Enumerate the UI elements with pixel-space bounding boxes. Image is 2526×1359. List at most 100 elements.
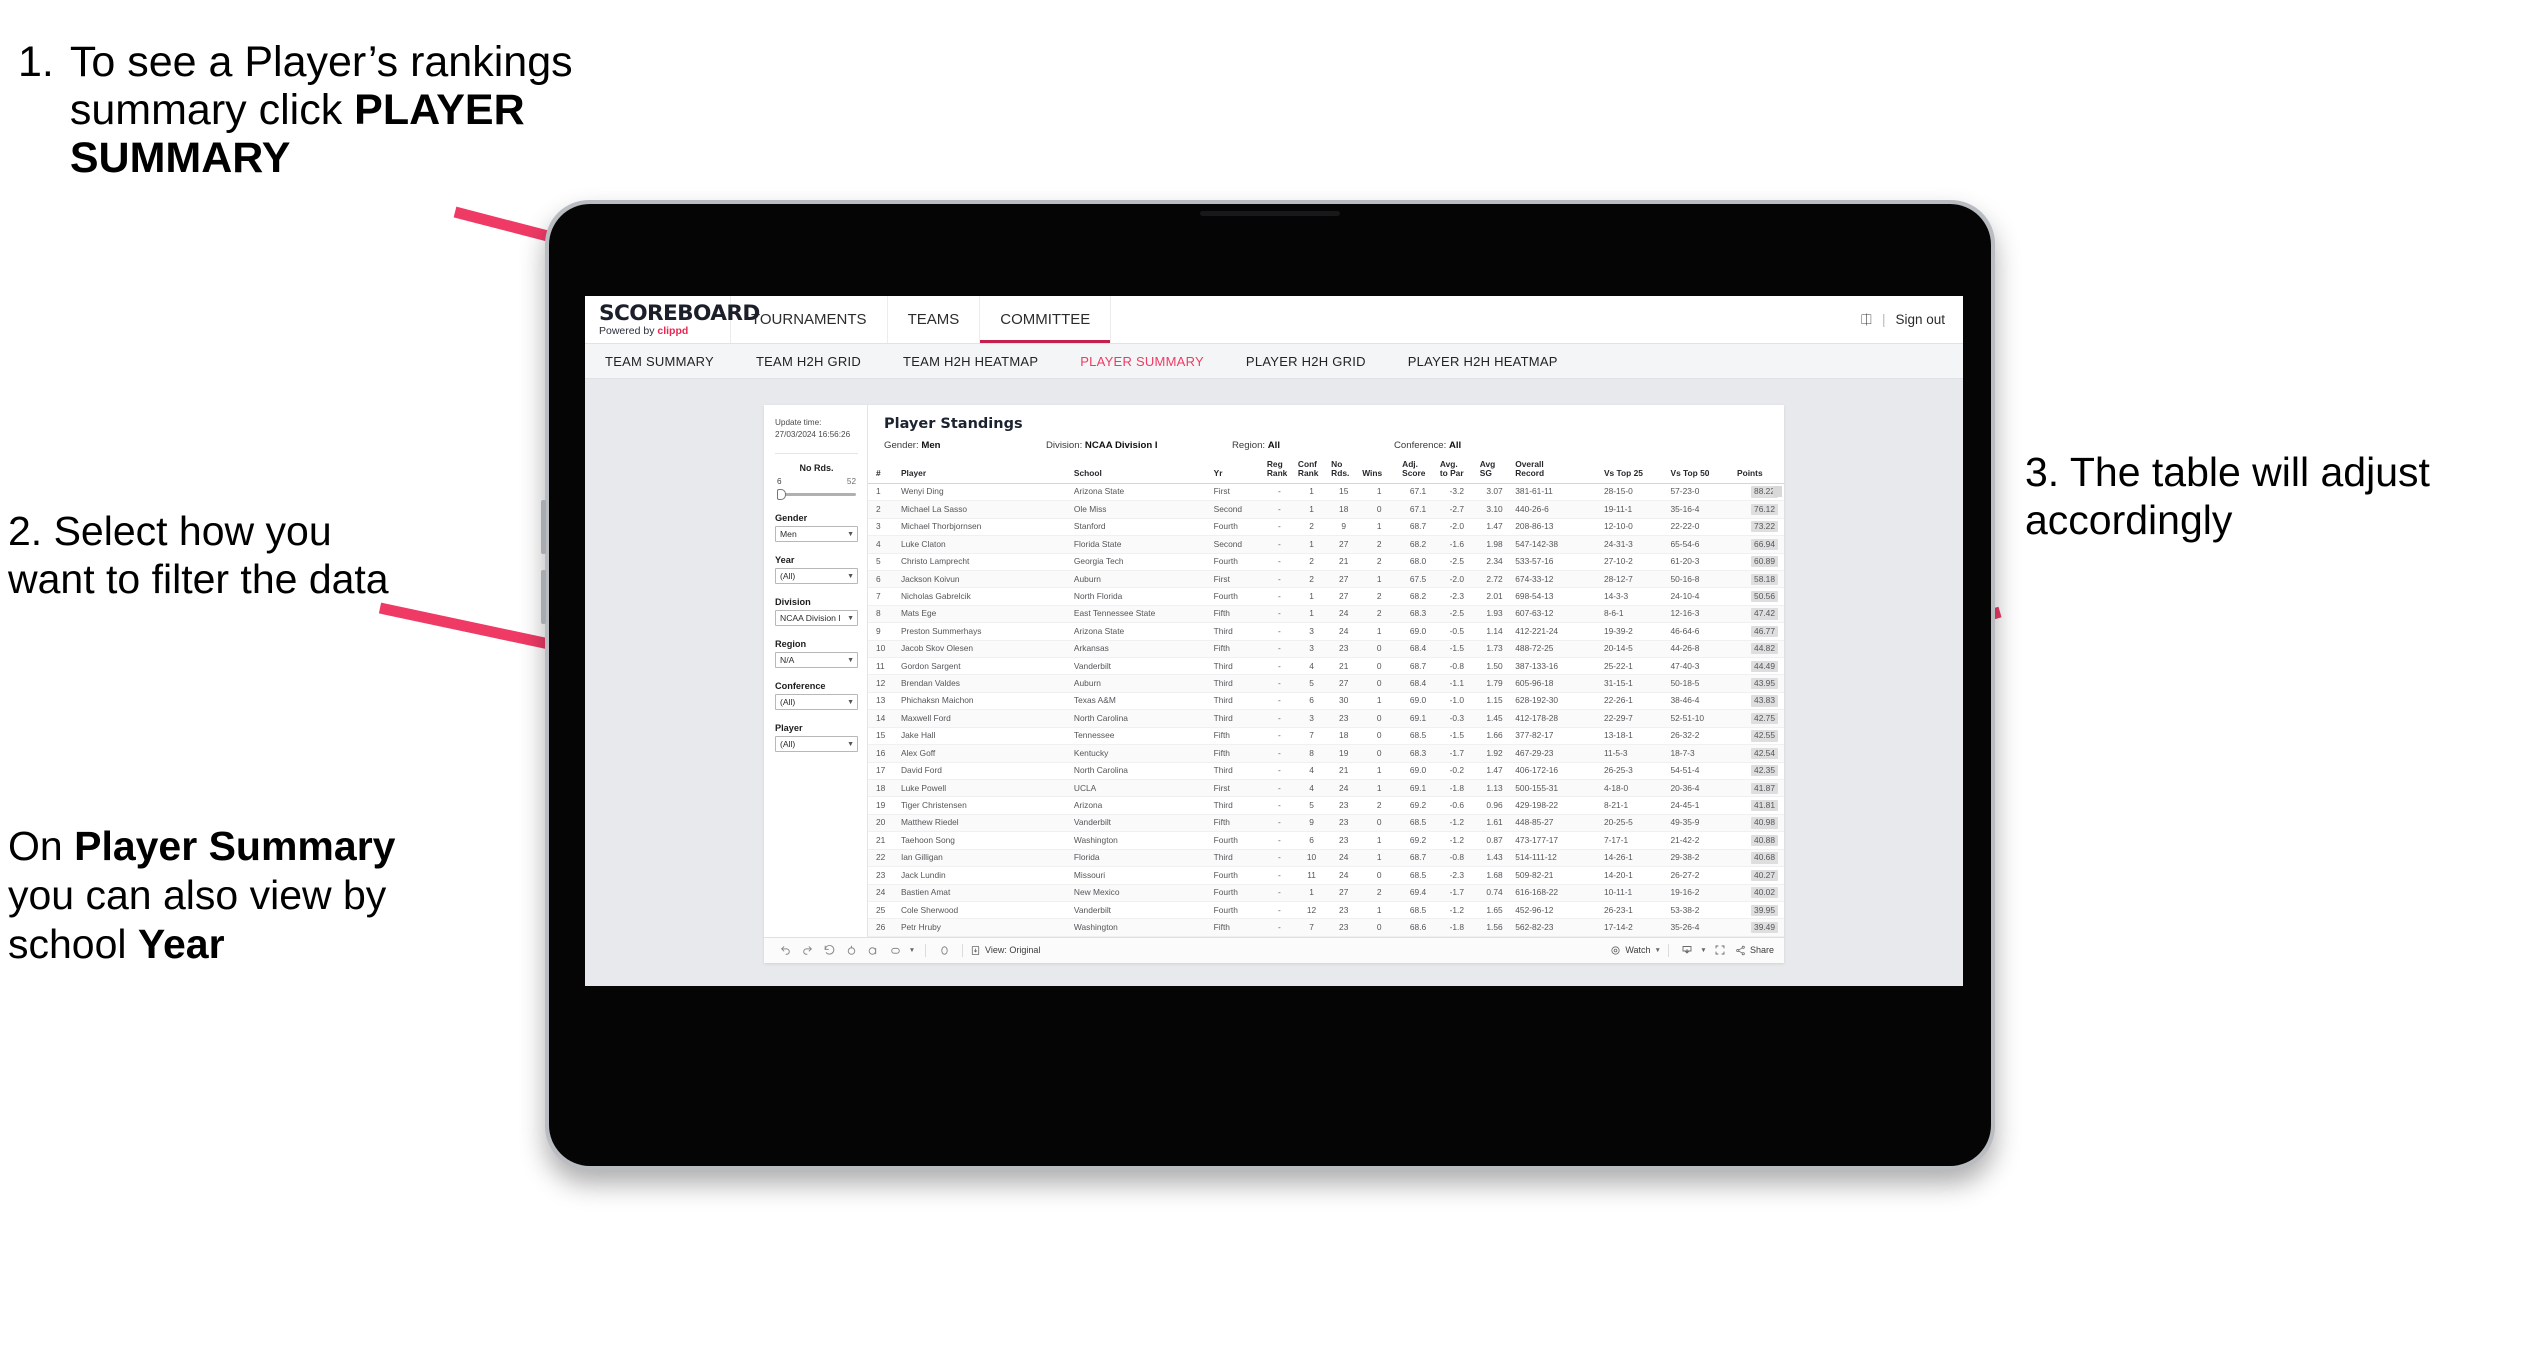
table-row[interactable]: 19 Tiger Christensen Arizona Third -5 23 2 69.2… — [868, 796, 1784, 815]
table-row[interactable]: 3 Michael Thorbjornsen Stanford Fourth -2 9 1 6… — [868, 518, 1784, 537]
cell-avg-to-par: -1.7 — [1436, 884, 1477, 902]
cell-no-rds: 27 — [1328, 884, 1360, 902]
cell-year: Fifth — [1210, 744, 1264, 763]
cell-vs-top-50: 21-42-2 — [1667, 831, 1735, 850]
cell-vs-top-50: 24-45-1 — [1667, 796, 1735, 815]
table-row[interactable]: 1 Wenyi Ding Arizona State First -1 15 1 67.1 -3… — [868, 483, 1784, 502]
account-icon[interactable]: ⎅ — [1861, 311, 1872, 328]
tab-team-h2h-grid[interactable]: TEAM H2H GRID — [735, 354, 882, 369]
header-col-adj-score[interactable]: Adj. Score — [1399, 459, 1437, 484]
cell-vs-top-50: 12-16-3 — [1667, 605, 1735, 624]
header-col-overall-record[interactable]: Overall Record — [1512, 459, 1601, 484]
cell-no-rds: 23 — [1328, 796, 1360, 815]
filter-year: Year (All) ▼ — [775, 555, 858, 585]
table-row[interactable]: 14 Maxwell Ford North Carolina Third -3 23 0 69… — [868, 709, 1784, 728]
table-row[interactable]: 9 Preston Summerhays Arizona State Third -3 2… — [868, 622, 1784, 641]
tab-team-h2h-heatmap[interactable]: TEAM H2H HEATMAP — [882, 354, 1059, 369]
cell-vs-top-25: 28-15-0 — [1600, 483, 1668, 502]
cell-avg-to-par: -1.5 — [1436, 727, 1477, 746]
table-row[interactable]: 21 Taehoon Song Washington Fourth -6 23 1 69.2-… — [868, 831, 1784, 850]
table-row[interactable]: 18 Luke Powell UCLA First -4 24 1 69.1 -1.8 1.13 5… — [868, 779, 1784, 798]
cell-conf-rank: 11 — [1294, 866, 1329, 885]
table-row[interactable]: 2 Michael La Sasso Ole Miss Second -1 18 0 67.1… — [868, 500, 1784, 519]
nav-teams[interactable]: TEAMS — [888, 296, 981, 343]
table-row[interactable]: 13 Phichaksn Maichon Texas A&M Third -6 30 1 69… — [868, 692, 1784, 711]
pause-icon[interactable] — [862, 944, 884, 957]
filter-gender-select[interactable]: Men ▼ — [775, 526, 858, 543]
undo-icon[interactable] — [774, 944, 796, 957]
no-rounds-slider[interactable] — [777, 489, 856, 501]
pan-mode-dropdown-icon[interactable]: ▼ — [906, 947, 918, 954]
annotation-step-3: 3. The table will adjust accordingly — [2025, 449, 2430, 544]
redo-icon[interactable] — [796, 944, 818, 957]
table-row[interactable]: 11 Gordon Sargent Vanderbilt Third -4 21 0 68.7… — [868, 657, 1784, 676]
fullscreen-icon[interactable] — [1709, 944, 1731, 956]
slider-handle[interactable] — [777, 489, 786, 501]
tab-player-summary[interactable]: PLAYER SUMMARY — [1059, 354, 1225, 369]
table-row[interactable]: 4 Luke Claton Florida State Second -1 27 2 68.2… — [868, 535, 1784, 554]
header-col-wins[interactable]: Wins — [1359, 460, 1400, 484]
table-row[interactable]: 17 David Ford North Carolina Third -4 21 1 69.0… — [868, 762, 1784, 780]
table-row[interactable]: 24 Bastien Amat New Mexico Fourth -1 27 2 69.4-… — [868, 884, 1784, 902]
cell-no-rds: 23 — [1328, 901, 1360, 920]
meta-gender-value: Men — [921, 440, 941, 451]
header-col-vs-top-25[interactable]: Vs Top 25 — [1600, 460, 1668, 484]
table-row[interactable]: 6 Jackson Koivun Auburn First -2 27 1 67.5 -2.0 2… — [868, 570, 1784, 589]
table-row[interactable]: 10 Jacob Skov Olesen Arkansas Fifth -3 23 0 68.… — [868, 640, 1784, 659]
header-col-rank[interactable]: # — [868, 460, 898, 484]
table-row[interactable]: 26 Petr Hruby Washington Fifth -7 23 0 68.6 -1.8… — [868, 918, 1784, 937]
header-col-conf-rank[interactable]: Conf Rank — [1294, 459, 1329, 484]
header-col-avg-to-par[interactable]: Avg. to Par — [1436, 459, 1477, 484]
table-row[interactable]: 8 Mats Ege East Tennessee State Fifth -1 24 2 6… — [868, 605, 1784, 624]
table-row[interactable]: 20 Matthew Riedel Vanderbilt Fifth -9 23 0 68.5… — [868, 814, 1784, 833]
header-col-school[interactable]: School — [1070, 460, 1211, 484]
header-col-player[interactable]: Player — [897, 460, 1071, 484]
table-row[interactable]: 12 Brendan Valdes Auburn Third -5 27 0 68.4 -1.1… — [868, 674, 1784, 693]
header-col-avg-sg[interactable]: Avg SG — [1476, 459, 1513, 484]
download-dropdown-icon[interactable]: ▼ — [1698, 947, 1709, 954]
meta-gender-label: Gender: — [884, 440, 922, 451]
download-icon[interactable] — [1676, 944, 1698, 956]
revert-icon[interactable] — [818, 944, 840, 957]
header-col-no-rds[interactable]: No Rds. — [1328, 459, 1360, 484]
cell-player: Alex Goff — [897, 744, 1071, 763]
sign-out-link[interactable]: Sign out — [1895, 312, 1945, 327]
cell-year: Third — [1210, 622, 1264, 641]
filter-conference-select[interactable]: (All) ▼ — [775, 694, 858, 711]
filter-player-select[interactable]: (All) ▼ — [775, 736, 858, 753]
cell-year: First — [1210, 570, 1264, 589]
table-row[interactable]: 16 Alex Goff Kentucky Fifth -8 19 0 68.3 -1.7 1.9… — [868, 744, 1784, 763]
app-logo[interactable]: SCOREBOARD Powered by clippd — [585, 296, 760, 343]
nav-committee[interactable]: COMMITTEE — [980, 296, 1112, 343]
tab-team-summary[interactable]: TEAM SUMMARY — [605, 354, 735, 369]
table-row[interactable]: 23 Jack Lundin Missouri Fourth -11 24 0 68.5 -2.… — [868, 866, 1784, 885]
cell-wins: 0 — [1359, 866, 1400, 885]
pan-mode-icon[interactable] — [884, 944, 906, 957]
cell-no-rds: 21 — [1328, 762, 1360, 780]
filter-region-select[interactable]: N/A ▼ — [775, 652, 858, 669]
view-original-button[interactable]: View: Original — [970, 945, 1040, 956]
cell-reg-rank: - — [1263, 744, 1295, 763]
filter-division-select[interactable]: NCAA Division I ▼ — [775, 610, 858, 627]
table-row[interactable]: 25 Cole Sherwood Vanderbilt Fourth -12 23 1 68.… — [868, 901, 1784, 920]
share-button[interactable]: Share — [1735, 945, 1774, 956]
refresh-icon[interactable] — [840, 944, 862, 957]
vertical-scrollbar-thumb[interactable] — [1773, 486, 1782, 497]
header-col-points[interactable]: Points — [1734, 460, 1784, 484]
tab-player-h2h-heatmap[interactable]: PLAYER H2H HEATMAP — [1387, 354, 1579, 369]
watch-button[interactable]: Watch ▼ — [1610, 945, 1661, 956]
cell-adj-score: 69.0 — [1399, 692, 1437, 711]
table-row[interactable]: 7 Nicholas Gabrelcik North Florida Fourth -1… — [868, 587, 1784, 606]
header-col-reg-rank[interactable]: Reg Rank — [1263, 459, 1295, 484]
table-row[interactable]: 15 Jake Hall Tennessee Fifth -7 18 0 68.5 -1.5 1.… — [868, 727, 1784, 746]
highlight-icon[interactable] — [933, 944, 955, 957]
points-value: 50.56 — [1751, 590, 1778, 603]
header-col-year[interactable]: Yr — [1210, 460, 1264, 484]
header-col-vs-top-50[interactable]: Vs Top 50 — [1667, 460, 1735, 484]
filter-year-select[interactable]: (All) ▼ — [775, 568, 858, 585]
table-row[interactable]: 5 Christo Lamprecht Georgia Tech Fourth -2 21… — [868, 553, 1784, 571]
cell-reg-rank: - — [1263, 553, 1295, 571]
table-row[interactable]: 22 Ian Gilligan Florida Third -10 24 1 68.7 -0.8… — [868, 849, 1784, 868]
tab-player-h2h-grid[interactable]: PLAYER H2H GRID — [1225, 354, 1387, 369]
cell-reg-rank: - — [1263, 884, 1295, 902]
